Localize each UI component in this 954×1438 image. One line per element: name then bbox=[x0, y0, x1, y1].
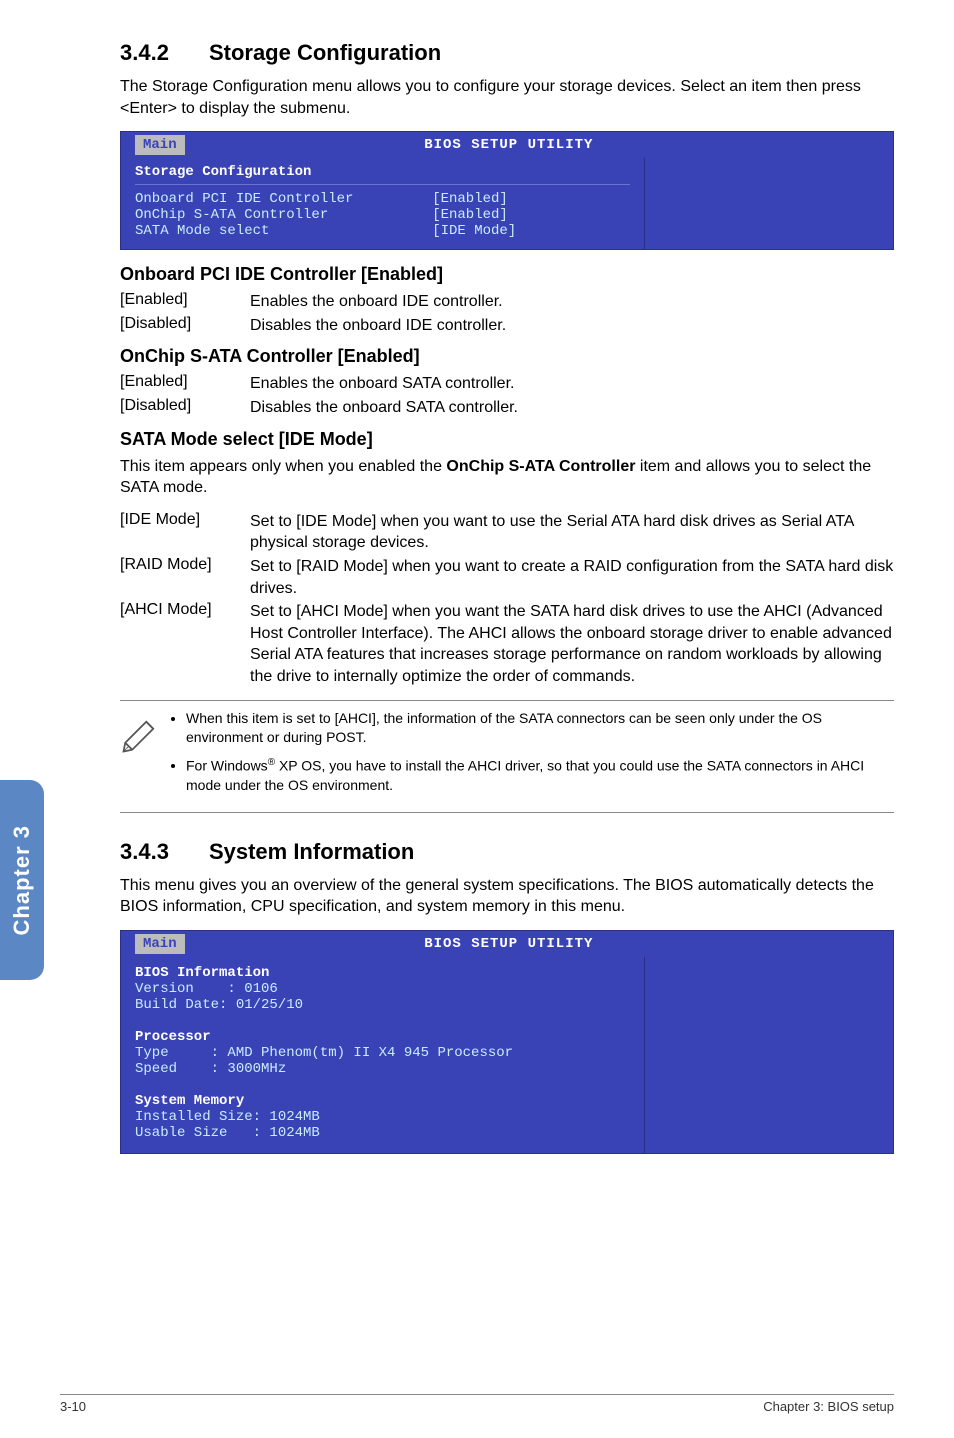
bios-right-panel bbox=[645, 957, 893, 1153]
bios-line: Processor bbox=[135, 1029, 630, 1045]
bios-left-panel: Storage Configuration Onboard PCI IDE Co… bbox=[121, 158, 645, 249]
option-row: [AHCI Mode] Set to [AHCI Mode] when you … bbox=[120, 601, 894, 689]
bios-titlebar: Main BIOS SETUP UTILITY bbox=[121, 132, 893, 158]
bios-subheading: Storage Configuration bbox=[135, 164, 630, 185]
option-row: [RAID Mode] Set to [RAID Mode] when you … bbox=[120, 556, 894, 601]
bios-row: OnChip S-ATA Controller [Enabled] bbox=[135, 207, 630, 223]
option-key: [Enabled] bbox=[120, 291, 250, 315]
option-val: Set to [AHCI Mode] when you want the SAT… bbox=[250, 601, 894, 689]
bios-storage-config-box: Main BIOS SETUP UTILITY Storage Configur… bbox=[120, 131, 894, 250]
subheading-satamode: SATA Mode select [IDE Mode] bbox=[120, 429, 894, 450]
bios-row-key: Onboard PCI IDE Controller bbox=[135, 191, 432, 207]
bios-line: Speed : 3000MHz bbox=[135, 1061, 630, 1077]
bios-titlebar: Main BIOS SETUP UTILITY bbox=[121, 931, 893, 957]
footer-chapter: Chapter 3: BIOS setup bbox=[763, 1399, 894, 1414]
option-val: Enables the onboard IDE controller. bbox=[250, 291, 894, 315]
bios-line: Usable Size : 1024MB bbox=[135, 1125, 630, 1141]
bios-tab-main: Main bbox=[135, 934, 185, 954]
bios-title: BIOS SETUP UTILITY bbox=[185, 936, 833, 952]
option-val: Disables the onboard SATA controller. bbox=[250, 397, 894, 421]
option-key: [Disabled] bbox=[120, 315, 250, 339]
option-val: Set to [IDE Mode] when you want to use t… bbox=[250, 511, 894, 556]
section-title: Storage Configuration bbox=[209, 40, 441, 66]
option-row: [Disabled] Disables the onboard SATA con… bbox=[120, 397, 894, 421]
option-val: Enables the onboard SATA controller. bbox=[250, 373, 894, 397]
bios-line: System Memory bbox=[135, 1093, 630, 1109]
bios-system-info-box: Main BIOS SETUP UTILITY BIOS Information… bbox=[120, 930, 894, 1154]
bios-row-val: [IDE Mode] bbox=[432, 223, 630, 239]
bios-title: BIOS SETUP UTILITY bbox=[185, 137, 833, 153]
section-342-intro: The Storage Configuration menu allows yo… bbox=[120, 76, 894, 119]
option-row: [IDE Mode] Set to [IDE Mode] when you wa… bbox=[120, 511, 894, 556]
subheading-onchip: OnChip S-ATA Controller [Enabled] bbox=[120, 346, 894, 367]
section-number: 3.4.3 bbox=[120, 839, 169, 865]
bios-line: Type : AMD Phenom(tm) II X4 945 Processo… bbox=[135, 1045, 630, 1061]
heading-343: 3.4.3 System Information bbox=[120, 839, 894, 865]
bios-line: Version : 0106 bbox=[135, 981, 630, 997]
bios-line: BIOS Information bbox=[135, 965, 630, 981]
heading-342: 3.4.2 Storage Configuration bbox=[120, 40, 894, 66]
text: This item appears only when you enabled … bbox=[120, 458, 446, 475]
option-row: [Disabled] Disables the onboard IDE cont… bbox=[120, 315, 894, 339]
bios-row: SATA Mode select [IDE Mode] bbox=[135, 223, 630, 239]
option-key: [Enabled] bbox=[120, 373, 250, 397]
bios-right-panel bbox=[645, 158, 893, 249]
option-val: Set to [RAID Mode] when you want to crea… bbox=[250, 556, 894, 601]
text-bold: OnChip S-ATA Controller bbox=[446, 458, 635, 475]
option-key: [AHCI Mode] bbox=[120, 601, 250, 689]
satamode-intro: This item appears only when you enabled … bbox=[120, 456, 894, 499]
footer-page-number: 3-10 bbox=[60, 1399, 86, 1414]
bios-left-panel: BIOS Information Version : 0106 Build Da… bbox=[121, 957, 645, 1153]
section-number: 3.4.2 bbox=[120, 40, 169, 66]
bios-row-val: [Enabled] bbox=[432, 207, 630, 223]
pencil-icon bbox=[120, 709, 168, 760]
bios-line: Installed Size: 1024MB bbox=[135, 1109, 630, 1125]
subheading-onboard: Onboard PCI IDE Controller [Enabled] bbox=[120, 264, 894, 285]
section-343-intro: This menu gives you an overview of the g… bbox=[120, 875, 894, 918]
section-title: System Information bbox=[209, 839, 414, 865]
option-key: [Disabled] bbox=[120, 397, 250, 421]
page-footer: 3-10 Chapter 3: BIOS setup bbox=[60, 1394, 894, 1414]
note-box: When this item is set to [AHCI], the inf… bbox=[120, 700, 894, 813]
note-item: For Windows® XP OS, you have to install … bbox=[186, 756, 894, 796]
text: XP OS, you have to install the AHCI driv… bbox=[186, 757, 864, 793]
bios-row: Onboard PCI IDE Controller [Enabled] bbox=[135, 191, 630, 207]
option-row: [Enabled] Enables the onboard IDE contro… bbox=[120, 291, 894, 315]
bios-row-key: SATA Mode select bbox=[135, 223, 432, 239]
option-key: [RAID Mode] bbox=[120, 556, 250, 601]
bios-line: Build Date: 01/25/10 bbox=[135, 997, 630, 1013]
bios-tab-main: Main bbox=[135, 135, 185, 155]
option-row: [Enabled] Enables the onboard SATA contr… bbox=[120, 373, 894, 397]
bios-row-val: [Enabled] bbox=[432, 191, 630, 207]
bios-row-key: OnChip S-ATA Controller bbox=[135, 207, 432, 223]
note-item: When this item is set to [AHCI], the inf… bbox=[186, 709, 894, 748]
option-val: Disables the onboard IDE controller. bbox=[250, 315, 894, 339]
option-key: [IDE Mode] bbox=[120, 511, 250, 556]
text-sup: ® bbox=[268, 757, 275, 768]
text: For Windows bbox=[186, 757, 268, 773]
